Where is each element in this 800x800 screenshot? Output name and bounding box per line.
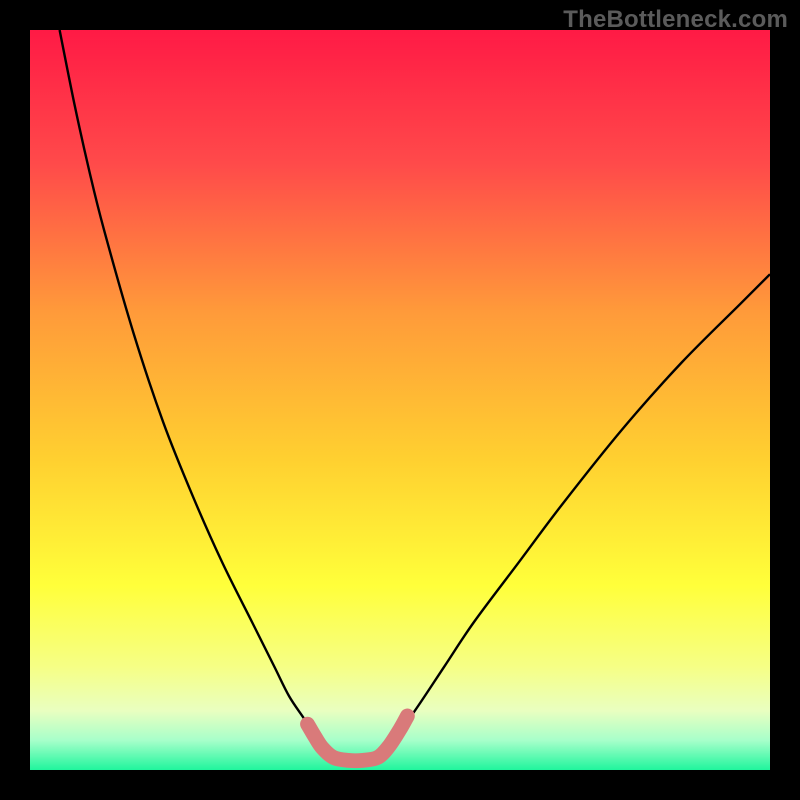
plot-area	[30, 30, 770, 770]
marker-band	[308, 716, 408, 761]
right-curve	[378, 274, 770, 757]
left-curve	[60, 30, 378, 761]
chart-frame: TheBottleneck.com	[0, 0, 800, 800]
curve-layer	[30, 30, 770, 770]
